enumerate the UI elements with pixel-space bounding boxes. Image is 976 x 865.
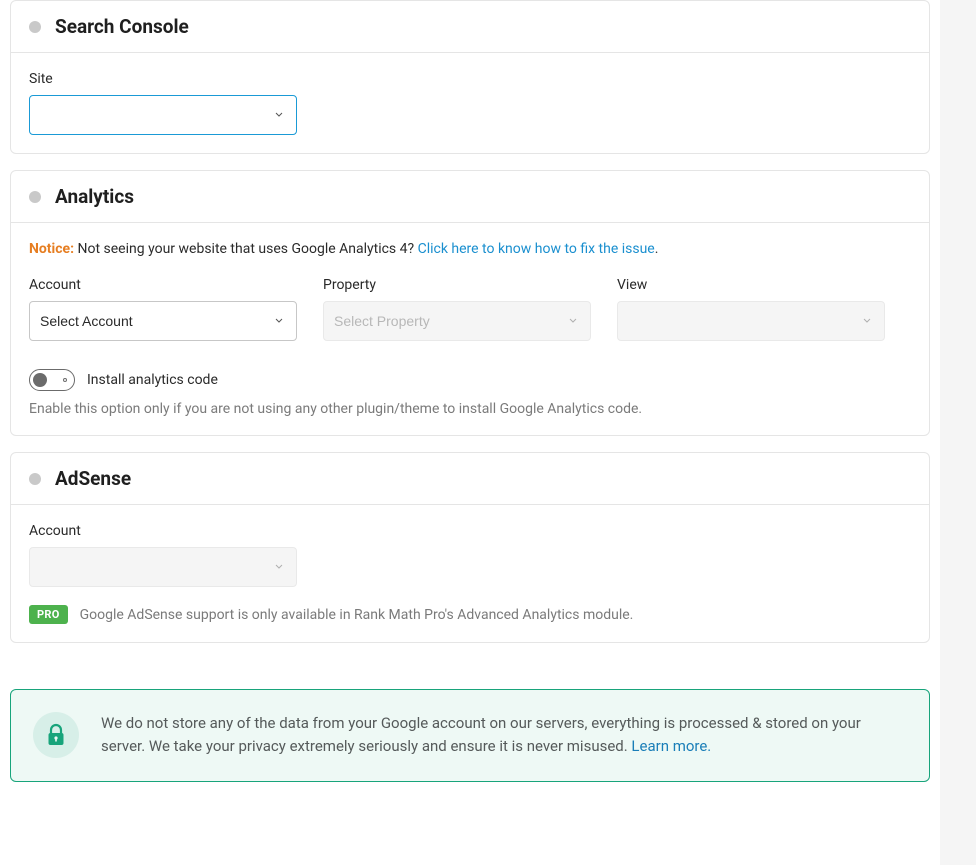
notice-link[interactable]: Click here to know how to fix the issue <box>418 241 655 257</box>
privacy-notice: We do not store any of the data from you… <box>10 689 930 782</box>
notice-label: Notice: <box>29 241 74 257</box>
property-select-wrap: Select Property <box>323 301 591 341</box>
adsense-account-select[interactable] <box>29 547 297 587</box>
notice-text: Not seeing your website that uses Google… <box>74 241 418 257</box>
panel-body: Notice: Not seeing your website that use… <box>11 223 929 435</box>
analytics-notice: Notice: Not seeing your website that use… <box>29 241 911 257</box>
site-label: Site <box>29 71 911 87</box>
adsense-account-label: Account <box>29 523 911 539</box>
toggle-knob-icon <box>33 373 47 387</box>
panel-body: Account PRO Google AdSense support is on… <box>11 505 929 642</box>
account-label: Account <box>29 277 297 293</box>
status-dot-icon <box>29 21 41 33</box>
panel-body: Site <box>11 53 929 153</box>
privacy-text: We do not store any of the data from you… <box>101 712 907 759</box>
panel-title: Analytics <box>55 185 134 208</box>
install-analytics-toggle-row: Install analytics code <box>29 369 911 391</box>
account-select-wrap: Select Account <box>29 301 297 341</box>
search-console-panel: Search Console Site <box>10 0 930 154</box>
lock-icon-wrap <box>33 712 79 758</box>
view-select-wrap <box>617 301 885 341</box>
install-analytics-toggle[interactable] <box>29 369 75 391</box>
property-select[interactable]: Select Property <box>323 301 591 341</box>
panel-header: Analytics <box>11 171 929 223</box>
panel-header: Search Console <box>11 1 929 53</box>
pro-badge: PRO <box>29 605 68 624</box>
privacy-learn-more-link[interactable]: Learn more. <box>631 737 711 755</box>
analytics-panel: Analytics Notice: Not seeing your websit… <box>10 170 930 436</box>
account-field: Account Select Account <box>29 277 297 341</box>
toggle-off-indicator-icon <box>63 378 67 382</box>
site-select[interactable] <box>29 95 297 135</box>
site-select-wrap <box>29 95 297 135</box>
view-select[interactable] <box>617 301 885 341</box>
status-dot-icon <box>29 473 41 485</box>
pro-notice-row: PRO Google AdSense support is only avail… <box>29 605 911 624</box>
account-select[interactable]: Select Account <box>29 301 297 341</box>
pro-text: Google AdSense support is only available… <box>80 607 634 623</box>
panel-header: AdSense <box>11 453 929 505</box>
right-rail <box>940 0 976 865</box>
install-analytics-help: Enable this option only if you are not u… <box>29 401 911 417</box>
lock-icon <box>46 723 66 747</box>
status-dot-icon <box>29 191 41 203</box>
panel-title: Search Console <box>55 15 189 38</box>
notice-end: . <box>655 241 659 257</box>
view-field: View <box>617 277 885 341</box>
property-field: Property Select Property <box>323 277 591 341</box>
panel-title: AdSense <box>55 467 131 490</box>
property-label: Property <box>323 277 591 293</box>
adsense-panel: AdSense Account PRO Google AdSense suppo… <box>10 452 930 643</box>
adsense-account-select-wrap <box>29 547 297 587</box>
analytics-fields-row: Account Select Account Property <box>29 277 911 341</box>
install-analytics-label: Install analytics code <box>87 372 218 388</box>
view-label: View <box>617 277 885 293</box>
privacy-body: We do not store any of the data from you… <box>101 714 861 755</box>
